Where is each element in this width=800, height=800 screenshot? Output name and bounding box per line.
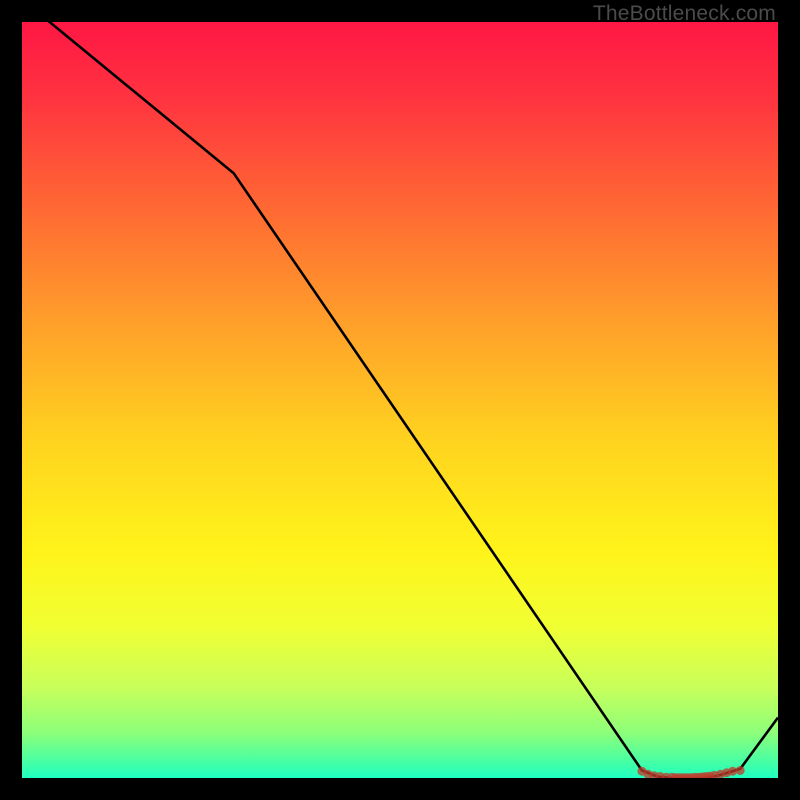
watermark-text: TheBottleneck.com	[593, 2, 776, 26]
marker-dot	[736, 766, 745, 775]
chart-frame	[22, 22, 778, 778]
plot-background	[22, 22, 778, 778]
chart-svg	[22, 22, 778, 778]
